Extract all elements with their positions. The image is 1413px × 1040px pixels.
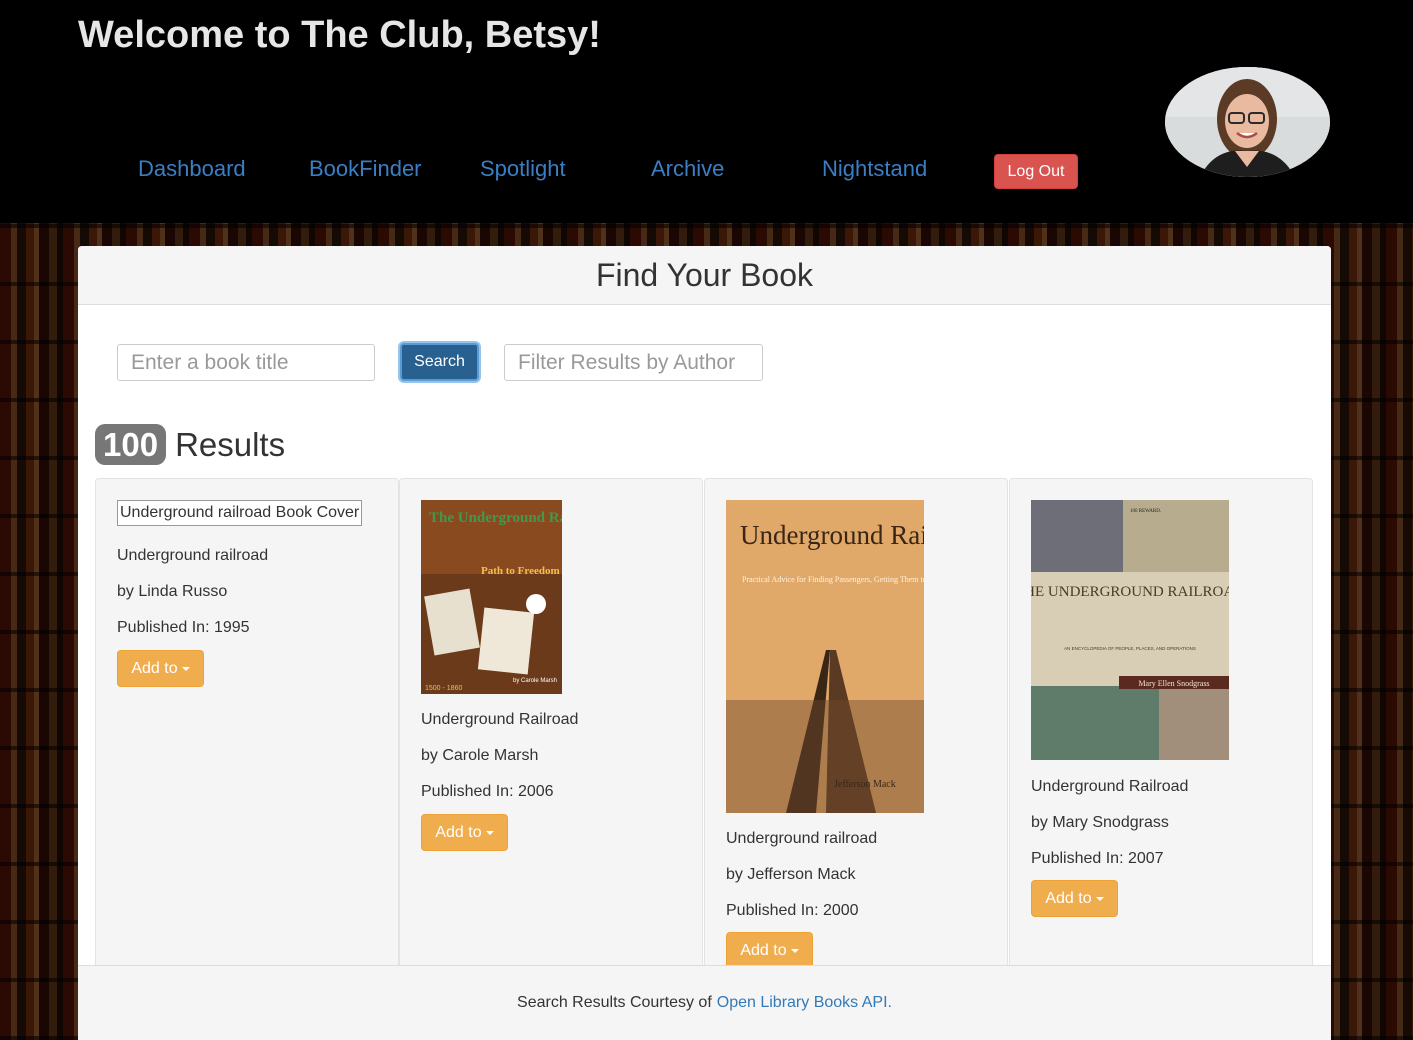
add-to-dropdown-button[interactable]: Add to <box>421 814 508 851</box>
cover-subtitle-text: AN ENCYCLOPEDIA OF PEOPLE, PLACES, AND O… <box>1064 646 1196 651</box>
results-count-badge: 100 <box>95 424 167 465</box>
book-published: Published In: 1995 <box>117 619 250 636</box>
footer-text: Search Results Courtesy of <box>517 994 712 1011</box>
caret-down-icon <box>485 830 494 835</box>
logout-button[interactable]: Log Out <box>994 154 1078 189</box>
book-card: The Underground Railroad Path to Freedom… <box>399 478 703 988</box>
avatar[interactable] <box>1165 67 1330 177</box>
book-published: Published In: 2000 <box>726 902 859 919</box>
book-cover-image: Underground Railroad Practical Advice fo… <box>726 500 924 813</box>
cover-author-text: Jefferson Mack <box>834 779 896 790</box>
book-published: Published In: 2006 <box>421 783 554 800</box>
book-cover-alt-text: Underground railroad Book Cover <box>117 500 363 526</box>
book-cover[interactable]: Underground Railroad Practical Advice fo… <box>726 500 924 813</box>
cover-author-text: Mary Ellen Snodgrass <box>1138 679 1209 688</box>
cover-title-text: The Underground Railroad <box>429 510 562 526</box>
add-to-label: Add to <box>740 941 787 959</box>
cover-dates-text: 1500 - 1860 <box>425 685 462 692</box>
search-button[interactable]: Search <box>400 343 479 381</box>
welcome-heading: Welcome to The Club, Betsy! <box>78 14 601 56</box>
cover-subtitle-text: Path to Freedom <box>481 565 560 577</box>
book-published: Published In: 2007 <box>1031 850 1164 867</box>
user-photo-icon <box>1165 67 1330 177</box>
book-title: Underground Railroad <box>421 711 579 728</box>
book-card: Underground Railroad Practical Advice fo… <box>704 478 1008 988</box>
nav-nightstand[interactable]: Nightstand <box>822 156 927 182</box>
cover-author-text: by Carole Marsh <box>513 678 557 684</box>
add-to-label: Add to <box>1045 889 1092 907</box>
add-to-label: Add to <box>131 659 178 677</box>
book-author: by Jefferson Mack <box>726 866 856 883</box>
book-cover-image: 100 REWARD. THE UNDERGROUND RAILROAD AN … <box>1031 500 1229 760</box>
add-to-label: Add to <box>435 823 482 841</box>
book-cover[interactable]: The Underground Railroad Path to Freedom… <box>421 500 562 694</box>
caret-down-icon <box>1095 896 1104 901</box>
results-label: Results <box>175 425 286 463</box>
book-card: 100 REWARD. THE UNDERGROUND RAILROAD AN … <box>1009 478 1313 988</box>
nav-bookfinder[interactable]: BookFinder <box>309 156 422 182</box>
cover-title-text: Underground Railroad <box>740 520 924 550</box>
cover-subtitle-text: Practical Advice for Finding Passengers,… <box>742 575 924 584</box>
caret-down-icon <box>181 666 190 671</box>
caret-down-icon <box>790 948 799 953</box>
results-heading: 100 Results <box>95 424 285 465</box>
add-to-dropdown-button[interactable]: Add to <box>1031 880 1118 917</box>
nav-archive[interactable]: Archive <box>651 156 724 182</box>
book-author: by Mary Snodgrass <box>1031 814 1169 831</box>
add-to-dropdown-button[interactable]: Add to <box>117 650 204 687</box>
panel-title: Find Your Book <box>78 246 1331 305</box>
nav-dashboard[interactable]: Dashboard <box>138 156 246 182</box>
nav-spotlight[interactable]: Spotlight <box>480 156 566 182</box>
book-card: Underground railroad Book Cover Undergro… <box>95 478 399 988</box>
find-book-panel: Find Your Book Enter a book title Search… <box>78 246 1331 1040</box>
cover-title-text: THE UNDERGROUND RAILROAD <box>1031 584 1229 600</box>
book-title: Underground railroad <box>117 547 269 564</box>
cover-reward-text: 100 REWARD. <box>1130 509 1161 514</box>
book-title: Underground Railroad <box>1031 778 1189 795</box>
author-filter-input[interactable]: Filter Results by Author <box>504 344 763 381</box>
book-author: by Linda Russo <box>117 583 228 600</box>
book-author: by Carole Marsh <box>421 747 539 764</box>
title-search-input[interactable]: Enter a book title <box>117 344 375 381</box>
book-title: Underground railroad <box>726 830 878 847</box>
panel-footer: Search Results Courtesy of Open Library … <box>78 965 1331 1040</box>
open-library-link[interactable]: Open Library Books API. <box>717 994 892 1012</box>
top-header: Welcome to The Club, Betsy! Dashboard Bo… <box>0 0 1413 223</box>
book-cover[interactable]: 100 REWARD. THE UNDERGROUND RAILROAD AN … <box>1031 500 1229 760</box>
book-cover-image: The Underground Railroad Path to Freedom… <box>421 500 562 694</box>
add-to-dropdown-button[interactable]: Add to <box>726 932 813 969</box>
